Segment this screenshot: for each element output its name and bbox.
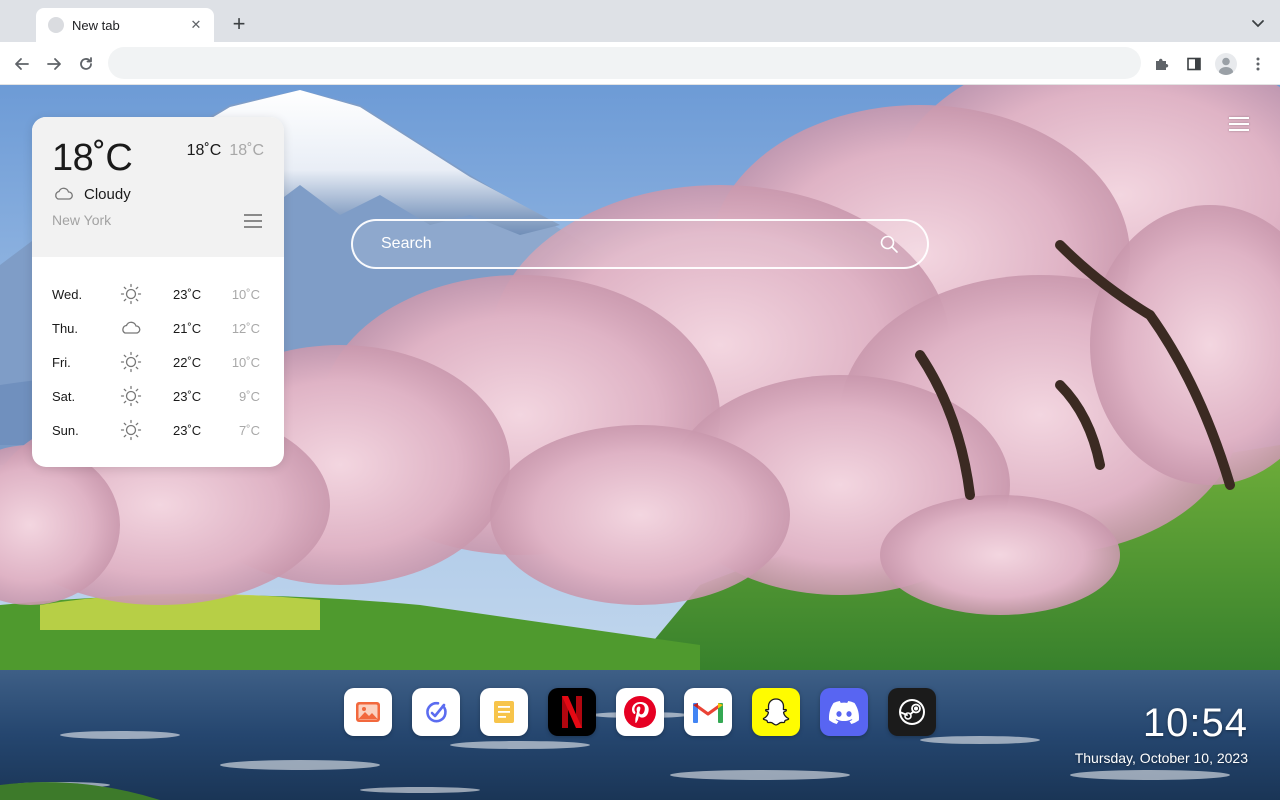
arrow-left-icon [15, 58, 29, 70]
forecast-day: Fri. [52, 355, 71, 370]
discord-shortcut[interactable] [820, 688, 868, 736]
clock-time: 10:54 [1142, 701, 1248, 745]
reload-button[interactable] [74, 52, 98, 76]
arrow-right-icon [47, 58, 61, 70]
sun-icon [120, 385, 142, 407]
browser-toolbar [0, 42, 1280, 85]
address-bar[interactable] [108, 47, 1141, 79]
steam-shortcut[interactable] [888, 688, 936, 736]
clock-date: Thursday, October 10, 2023 [1074, 750, 1248, 766]
forecast-high: 23˚C [173, 389, 202, 404]
forecast-row: Thu. 21˚C 12˚C [32, 311, 284, 345]
search-box [351, 219, 929, 269]
temperature-low: 18˚C [229, 142, 264, 159]
more-vert-icon [1256, 57, 1260, 71]
clock-widget: 10:54 Thursday, October 10, 2023 [1075, 702, 1248, 766]
gmail-shortcut[interactable] [684, 688, 732, 736]
forecast-low: 9˚C [239, 389, 260, 404]
forecast-day: Wed. [52, 287, 83, 302]
photos-icon [356, 702, 380, 722]
forecast-low: 10˚C [231, 355, 260, 370]
weather-widget[interactable]: 18˚C 18˚C 18˚C Cloudy New York Wed. 23˚C … [32, 117, 284, 467]
close-tab-button[interactable]: ✕ [186, 15, 206, 35]
tab-title: New tab [72, 17, 120, 33]
side-panel-icon [1187, 57, 1201, 71]
snapchat-icon [762, 698, 790, 726]
back-button[interactable] [10, 52, 34, 76]
sun-icon [120, 283, 142, 305]
shortcut-dock [344, 688, 956, 736]
tasks-icon [426, 701, 447, 723]
forward-button[interactable] [42, 52, 66, 76]
cloud-icon [55, 187, 73, 200]
temperature-range: 18˚C 18˚C [187, 142, 264, 160]
close-icon: ✕ [190, 17, 202, 32]
menu-icon [1229, 117, 1249, 119]
person-icon [1219, 57, 1233, 75]
chevron-down-icon[interactable] [1250, 15, 1266, 31]
forecast-day: Sun. [52, 423, 79, 438]
sun-icon [120, 419, 142, 441]
forecast-low: 7˚C [239, 423, 260, 438]
extensions-button[interactable] [1150, 52, 1174, 76]
current-temperature: 18˚C [52, 137, 133, 179]
browser-menu-button[interactable] [1246, 52, 1270, 76]
pinterest-shortcut[interactable] [616, 688, 664, 736]
weather-menu-button[interactable] [244, 214, 262, 228]
page-menu-button[interactable] [1229, 117, 1249, 135]
search-input[interactable] [381, 221, 861, 267]
photos-shortcut[interactable] [344, 688, 392, 736]
discord-icon [828, 701, 860, 724]
reload-icon [80, 57, 92, 70]
tab-strip: New tab ✕ + [0, 0, 1280, 42]
search-icon[interactable] [879, 234, 899, 254]
weather-current: 18˚C 18˚C 18˚C Cloudy New York [32, 117, 284, 257]
forecast-day: Sat. [52, 389, 76, 404]
forecast-high: 23˚C [173, 423, 202, 438]
forecast-row: Sun. 23˚C 7˚C [32, 413, 284, 447]
weather-condition: Cloudy [84, 186, 131, 203]
notes-shortcut[interactable] [480, 688, 528, 736]
tasks-shortcut[interactable] [412, 688, 460, 736]
temperature-high: 18˚C [186, 142, 222, 159]
new-tab-button[interactable]: + [228, 13, 250, 35]
weather-city: New York [52, 212, 112, 228]
gmail-icon [693, 702, 723, 723]
forecast-high: 23˚C [173, 287, 202, 302]
steam-icon [899, 699, 925, 725]
avatar [1215, 53, 1237, 75]
pinterest-icon [624, 696, 656, 728]
puzzle-icon [1156, 58, 1169, 70]
snapchat-shortcut[interactable] [752, 688, 800, 736]
profile-button[interactable] [1214, 52, 1238, 76]
forecast-high: 21˚C [173, 321, 202, 336]
menu-icon [244, 214, 262, 216]
tab-new-tab[interactable]: New tab ✕ [36, 8, 214, 42]
forecast-row: Fri. 22˚C 10˚C [32, 345, 284, 379]
forecast-low: 10˚C [231, 287, 260, 302]
forecast-day: Thu. [52, 321, 79, 336]
cloud-icon [122, 321, 141, 334]
sun-icon [120, 351, 142, 373]
notes-icon [494, 701, 514, 723]
netflix-shortcut[interactable] [548, 688, 596, 736]
weather-forecast: Wed. 23˚C 10˚C Thu. 21˚C 12˚C Fri. 22˚C … [32, 277, 284, 447]
netflix-icon [562, 696, 582, 728]
tab-favicon-icon [48, 17, 64, 33]
forecast-low: 12˚C [231, 321, 260, 336]
forecast-high: 22˚C [173, 355, 202, 370]
forecast-row: Sat. 23˚C 9˚C [32, 379, 284, 413]
forecast-row: Wed. 23˚C 10˚C [32, 277, 284, 311]
side-panel-button[interactable] [1182, 52, 1206, 76]
